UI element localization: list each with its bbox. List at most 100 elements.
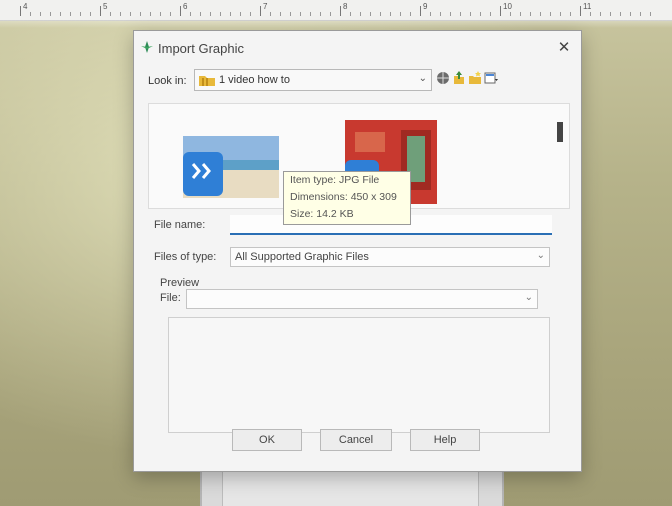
ruler-number: 4	[23, 2, 28, 11]
dialog-title: Import Graphic	[158, 41, 244, 56]
up-folder-icon[interactable]	[452, 71, 466, 85]
files-of-type-value: All Supported Graphic Files	[235, 251, 369, 263]
ruler-major-tick	[500, 6, 501, 16]
ruler-minor-tick	[570, 12, 571, 16]
ruler-minor-tick	[270, 12, 271, 16]
ruler-minor-tick	[590, 12, 591, 16]
ruler-minor-tick	[430, 12, 431, 16]
look-in-label: Look in:	[148, 75, 187, 87]
dialog-titlebar: Import Graphic ✕	[134, 31, 581, 61]
ruler-minor-tick	[330, 12, 331, 16]
ruler-minor-tick	[90, 12, 91, 16]
look-in-dropdown[interactable]: 1 video how to ⌄	[194, 69, 432, 91]
ruler-minor-tick	[210, 12, 211, 16]
ruler-minor-tick	[460, 12, 461, 16]
beach-image-thumbnail[interactable]	[183, 136, 279, 198]
ruler-minor-tick	[60, 12, 61, 16]
ruler-major-tick	[260, 6, 261, 16]
files-of-type-label: Files of type:	[154, 251, 217, 263]
ruler-minor-tick	[600, 12, 601, 16]
ruler-minor-tick	[290, 12, 291, 16]
ruler-minor-tick	[110, 12, 111, 16]
ruler-number: 10	[503, 2, 512, 11]
ruler-minor-tick	[620, 12, 621, 16]
ruler-minor-tick	[70, 12, 71, 16]
ruler-minor-tick	[160, 12, 161, 16]
preview-file-dropdown[interactable]: ⌄	[186, 289, 538, 309]
ruler-major-tick	[420, 6, 421, 16]
ruler-minor-tick	[220, 12, 221, 16]
ruler-minor-tick	[540, 12, 541, 16]
ruler-number: 6	[183, 2, 188, 11]
file-info-tooltip: Item type: JPG File Dimensions: 450 x 30…	[283, 171, 411, 225]
ruler-major-tick	[100, 6, 101, 16]
ruler-minor-tick	[50, 12, 51, 16]
chevron-down-icon: ⌄	[524, 292, 533, 303]
new-folder-icon[interactable]	[468, 71, 482, 85]
look-in-value: 1 video how to	[219, 74, 290, 86]
ruler-minor-tick	[650, 12, 651, 16]
ruler-minor-tick	[360, 12, 361, 16]
ruler-minor-tick	[170, 12, 171, 16]
scrollbar-thumb[interactable]	[557, 122, 563, 142]
ok-button[interactable]: OK	[232, 429, 302, 451]
ruler-minor-tick	[30, 12, 31, 16]
ruler-minor-tick	[470, 12, 471, 16]
ruler-minor-tick	[240, 12, 241, 16]
preview-label: Preview	[160, 277, 200, 289]
globe-icon[interactable]	[436, 71, 450, 85]
ruler-minor-tick	[140, 12, 141, 16]
ruler-number: 11	[583, 2, 592, 11]
ruler-minor-tick	[320, 12, 321, 16]
horizontal-ruler: 4 5 6 7 8 9 10 11	[0, 0, 672, 21]
ruler-minor-tick	[310, 12, 311, 16]
view-menu-icon[interactable]	[484, 71, 498, 85]
ruler-minor-tick	[130, 12, 131, 16]
close-icon: ✕	[557, 39, 571, 56]
close-button[interactable]: ✕	[555, 39, 573, 57]
tooltip-item-type: Item type: JPG File	[290, 174, 380, 186]
ruler-major-tick	[340, 6, 341, 16]
help-button[interactable]: Help	[410, 429, 480, 451]
ruler-minor-tick	[230, 12, 231, 16]
ruler-minor-tick	[550, 12, 551, 16]
ruler-number: 5	[103, 2, 108, 11]
ruler-major-tick	[20, 6, 21, 16]
import-graphic-dialog: Import Graphic ✕ Look in: 1 video how to…	[133, 30, 582, 472]
ruler-minor-tick	[510, 12, 511, 16]
ruler-minor-tick	[410, 12, 411, 16]
ruler-minor-tick	[250, 12, 251, 16]
ruler-minor-tick	[450, 12, 451, 16]
chevron-down-icon: ⌄	[418, 73, 427, 84]
ruler-minor-tick	[390, 12, 391, 16]
ruler-minor-tick	[280, 12, 281, 16]
ruler-minor-tick	[400, 12, 401, 16]
preview-pane	[168, 317, 550, 433]
ruler-major-tick	[180, 6, 181, 16]
ruler-minor-tick	[630, 12, 631, 16]
files-of-type-dropdown[interactable]: All Supported Graphic Files ⌄	[230, 247, 550, 267]
ruler-minor-tick	[530, 12, 531, 16]
ruler-minor-tick	[380, 12, 381, 16]
app-logo-icon	[141, 41, 153, 53]
ruler-minor-tick	[350, 12, 351, 16]
ruler-minor-tick	[80, 12, 81, 16]
ruler-number: 7	[263, 2, 268, 11]
chevron-down-icon: ⌄	[536, 250, 545, 261]
ruler-minor-tick	[370, 12, 371, 16]
ruler-minor-tick	[120, 12, 121, 16]
ruler-minor-tick	[560, 12, 561, 16]
ruler-number: 9	[423, 2, 428, 11]
ruler-minor-tick	[480, 12, 481, 16]
ruler-minor-tick	[150, 12, 151, 16]
cancel-button[interactable]: Cancel	[320, 429, 392, 451]
ruler-minor-tick	[200, 12, 201, 16]
ruler-minor-tick	[520, 12, 521, 16]
ruler-minor-tick	[190, 12, 191, 16]
tooltip-size: Size: 14.2 KB	[290, 208, 354, 220]
ruler-shadow	[0, 20, 672, 28]
ruler-minor-tick	[610, 12, 611, 16]
folder-icon	[199, 76, 215, 86]
ruler-minor-tick	[640, 12, 641, 16]
ruler-minor-tick	[300, 12, 301, 16]
